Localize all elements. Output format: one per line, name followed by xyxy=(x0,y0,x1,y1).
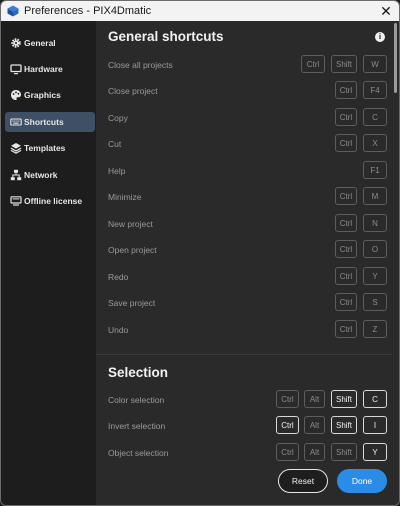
shortcut-label-new-project: New project xyxy=(108,219,153,229)
shortcut-label-open-project: Open project xyxy=(108,245,157,255)
sidebar-item-label: General xyxy=(24,38,56,48)
shortcut-label-cut: Cut xyxy=(108,139,122,149)
shortcut-label-close-all-projects: Close all projects xyxy=(108,60,173,70)
scrollbar[interactable] xyxy=(392,21,399,505)
shortcut-label-minimize: Minimize xyxy=(108,192,142,202)
key-ctrl[interactable]: Ctrl xyxy=(335,81,357,99)
key-alt[interactable]: Alt xyxy=(304,390,325,408)
key-alt[interactable]: Alt xyxy=(304,416,325,434)
key-shift[interactable]: Shift xyxy=(331,55,357,73)
key-ctrl[interactable]: Ctrl xyxy=(276,443,299,461)
key-o[interactable]: O xyxy=(363,240,387,258)
sidebar-item-label: Network xyxy=(24,170,58,180)
key-z[interactable]: Z xyxy=(363,320,387,338)
shortcut-label-object-selection: Object selection xyxy=(108,448,169,458)
shortcuts-panel: General shortcuts i Close all projects C… xyxy=(96,21,399,505)
key-ctrl[interactable]: Ctrl xyxy=(335,187,357,205)
done-button[interactable]: Done xyxy=(337,469,387,493)
key-ctrl[interactable]: Ctrl xyxy=(335,320,357,338)
pix4d-logo-icon xyxy=(7,5,19,17)
shortcut-label-save-project: Save project xyxy=(108,298,156,308)
close-icon: ✕ xyxy=(380,3,392,19)
sidebar-item-shortcuts[interactable]: Shortcuts xyxy=(5,112,95,132)
key-w[interactable]: W xyxy=(363,55,387,73)
key-shift[interactable]: Shift xyxy=(331,390,357,408)
scrollbar-thumb[interactable] xyxy=(394,23,397,93)
sidebar-item-label: Hardware xyxy=(24,64,63,74)
key-ctrl[interactable]: Ctrl xyxy=(335,267,357,285)
license-icon xyxy=(10,196,22,206)
key-f4[interactable]: F4 xyxy=(363,81,387,99)
sidebar: General Hardware Graphics Shortcuts Temp… xyxy=(1,21,97,505)
close-button[interactable]: ✕ xyxy=(377,2,395,20)
key-c[interactable]: C xyxy=(363,108,387,126)
key-n[interactable]: N xyxy=(363,214,387,232)
key-i[interactable]: I xyxy=(363,416,387,434)
shortcut-label-help: Help xyxy=(108,166,126,176)
sidebar-item-graphics[interactable]: Graphics xyxy=(5,85,95,105)
sidebar-item-templates[interactable]: Templates xyxy=(5,138,95,158)
preferences-window: Preferences - PIX4Dmatic ✕ General Hardw… xyxy=(0,0,400,506)
sidebar-item-offline-license[interactable]: Offline license xyxy=(5,191,95,211)
shortcut-label-close-project: Close project xyxy=(108,86,158,96)
monitor-icon xyxy=(10,64,22,75)
key-ctrl[interactable]: Ctrl xyxy=(335,214,357,232)
key-ctrl[interactable]: Ctrl xyxy=(301,55,325,73)
key-ctrl[interactable]: Ctrl xyxy=(335,293,357,311)
shortcut-label-invert-selection: Invert selection xyxy=(108,421,166,431)
gear-icon xyxy=(11,38,21,48)
key-alt[interactable]: Alt xyxy=(304,443,325,461)
selection-title: Selection xyxy=(108,365,169,380)
key-ctrl[interactable]: Ctrl xyxy=(276,390,299,408)
shortcut-label-copy: Copy xyxy=(108,113,128,123)
key-s[interactable]: S xyxy=(363,293,387,311)
palette-icon xyxy=(11,90,21,100)
reset-button[interactable]: Reset xyxy=(278,469,328,493)
sidebar-item-hardware[interactable]: Hardware xyxy=(5,59,95,79)
key-y[interactable]: Y xyxy=(363,443,387,461)
sidebar-item-label: Offline license xyxy=(24,196,83,206)
sidebar-item-label: Graphics xyxy=(24,90,61,100)
keyboard-icon xyxy=(10,118,22,126)
layers-icon xyxy=(10,143,22,154)
sidebar-item-label: Shortcuts xyxy=(24,117,64,127)
sidebar-item-network[interactable]: Network xyxy=(5,165,95,185)
info-icon[interactable]: i xyxy=(375,32,385,42)
key-f1[interactable]: F1 xyxy=(363,161,387,179)
key-ctrl[interactable]: Ctrl xyxy=(276,416,299,434)
key-ctrl[interactable]: Ctrl xyxy=(335,108,357,126)
shortcut-label-color-selection: Color selection xyxy=(108,395,165,405)
key-m[interactable]: M xyxy=(363,187,387,205)
sidebar-item-general[interactable]: General xyxy=(5,33,95,53)
key-c[interactable]: C xyxy=(363,390,387,408)
title-bar: Preferences - PIX4Dmatic ✕ xyxy=(1,1,399,21)
network-icon xyxy=(10,169,22,181)
key-ctrl[interactable]: Ctrl xyxy=(335,134,357,152)
general-shortcuts-title: General shortcuts xyxy=(108,29,224,44)
shortcut-label-undo: Undo xyxy=(108,325,129,335)
key-x[interactable]: X xyxy=(363,134,387,152)
key-y[interactable]: Y xyxy=(363,267,387,285)
key-shift[interactable]: Shift xyxy=(331,416,357,434)
shortcut-label-redo: Redo xyxy=(108,272,129,282)
key-ctrl[interactable]: Ctrl xyxy=(335,240,357,258)
section-divider xyxy=(96,354,392,355)
sidebar-item-label: Templates xyxy=(24,143,66,153)
window-title: Preferences - PIX4Dmatic xyxy=(24,5,152,17)
key-shift[interactable]: Shift xyxy=(331,443,357,461)
